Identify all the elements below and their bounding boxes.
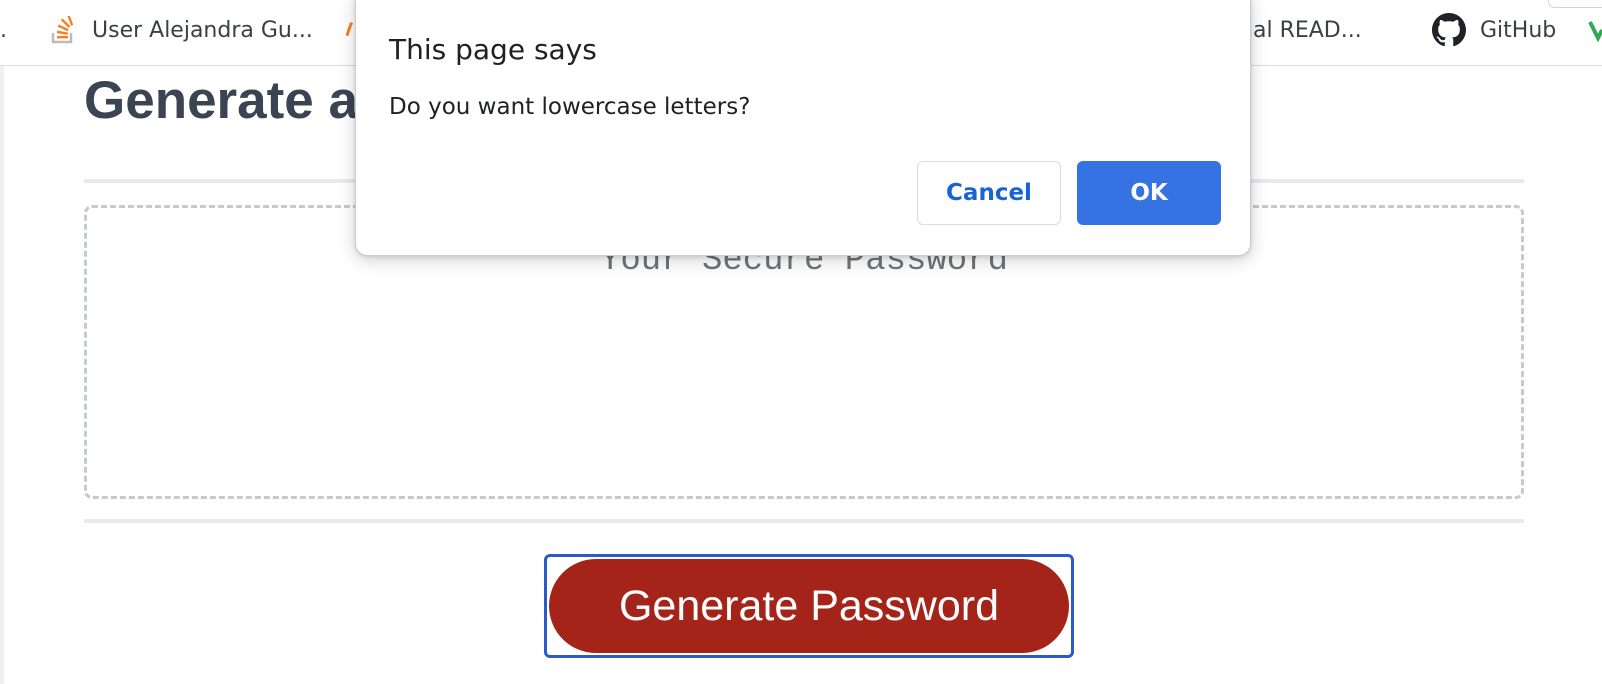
stackoverflow-icon <box>50 14 76 44</box>
generate-password-button[interactable]: Generate Password <box>544 554 1074 658</box>
generate-password-label: Generate Password <box>549 559 1069 653</box>
ok-button[interactable]: OK <box>1077 161 1221 225</box>
window-fragment <box>1548 0 1602 8</box>
bookmark-stackoverflow[interactable]: User Alejandra Gu... <box>50 0 313 60</box>
bookmark-github-label: GitHub <box>1480 17 1557 43</box>
divider-bottom <box>84 519 1524 523</box>
page-title: Generate a <box>84 71 358 130</box>
vue-icon <box>1588 21 1602 42</box>
cancel-button[interactable]: Cancel <box>917 161 1061 225</box>
dialog-title: This page says <box>389 33 597 66</box>
dialog-message: Do you want lowercase letters? <box>389 94 751 120</box>
github-icon <box>1432 13 1466 47</box>
bookmark-overflow[interactable]: . <box>0 0 14 60</box>
page-edge <box>0 66 4 684</box>
bookmark-stackoverflow-label: User Alejandra Gu... <box>92 17 313 43</box>
alert-dialog: This page says Do you want lowercase let… <box>355 0 1251 256</box>
bookmark-github[interactable]: GitHub <box>1432 0 1556 60</box>
browser-window: . User Alejandra Gu... sional READ... Gi… <box>0 0 1602 684</box>
bookmark-overflow-label: . <box>0 17 7 43</box>
bookmark-partial-next[interactable] <box>1588 0 1602 60</box>
